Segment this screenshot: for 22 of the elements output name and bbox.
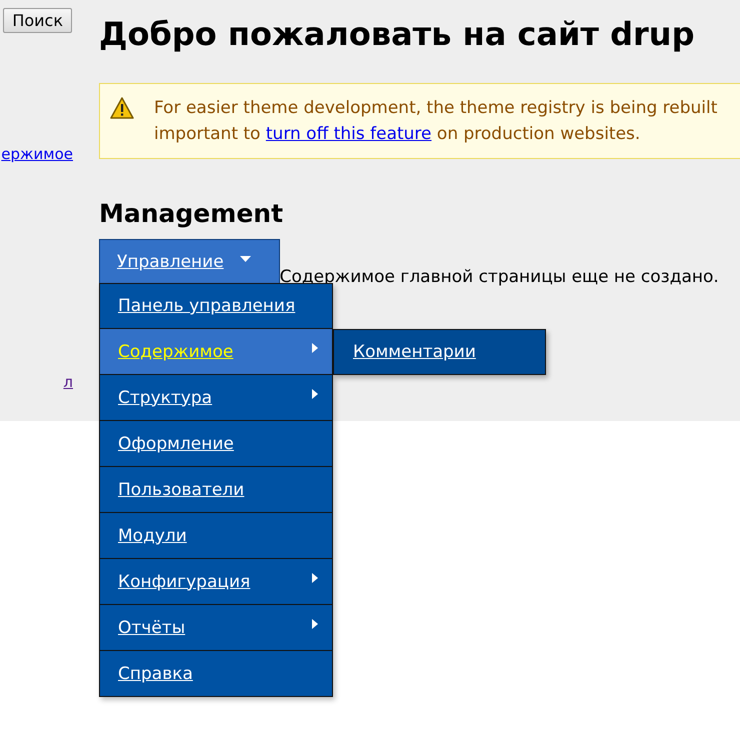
menu-item[interactable]: Оформление bbox=[99, 421, 333, 467]
submenu-item[interactable]: Комментарии bbox=[333, 329, 546, 375]
menu-item[interactable]: Модули bbox=[99, 513, 333, 559]
menu-item[interactable]: Справка bbox=[99, 651, 333, 697]
message-link[interactable]: turn off this feature bbox=[266, 124, 432, 144]
menu-item[interactable]: Конфигурация bbox=[99, 559, 333, 605]
warning-icon bbox=[110, 97, 134, 119]
message-text: important to bbox=[154, 124, 260, 144]
sidebar-link[interactable]: ержимое bbox=[1, 143, 73, 165]
menu-item[interactable]: Содержимое bbox=[99, 329, 333, 375]
menu-item[interactable]: Пользователи bbox=[99, 467, 333, 513]
page-title: Добро пожаловать на сайт drup bbox=[99, 14, 696, 55]
message-text: on production websites. bbox=[436, 124, 640, 144]
menu-button[interactable]: Управление bbox=[99, 239, 280, 284]
menu-item[interactable]: Панель управления bbox=[99, 283, 333, 329]
search-button[interactable]: Поиск bbox=[3, 8, 72, 33]
caret-icon bbox=[240, 256, 251, 262]
message-text: For easier theme development, the theme registry is being rebuilt bbox=[154, 98, 718, 118]
menu-item[interactable]: Отчёты bbox=[99, 605, 333, 651]
sidebar-link[interactable]: л bbox=[63, 371, 73, 393]
menu-item[interactable]: Структура bbox=[99, 375, 333, 421]
block-title: Management bbox=[99, 199, 284, 229]
